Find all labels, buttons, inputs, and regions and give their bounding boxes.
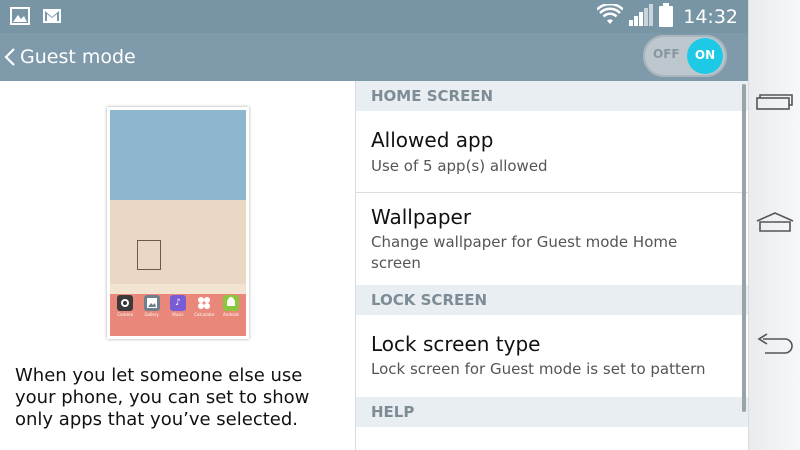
calculator-icon [196,295,212,311]
chevron-left-icon [2,33,18,81]
wallpaper-title: Wallpaper [371,205,472,229]
clock: 14:32 [683,6,738,28]
preview-window [137,240,161,270]
preview-sky [110,110,246,200]
preview-app-calculator: Calculator [192,295,216,317]
home-icon [755,211,795,237]
lock-screen-type-title: Lock screen type [371,332,541,356]
preview-app-label: Gallery [144,312,159,317]
wallpaper-subtitle: Change wallpaper for Guest mode Home scr… [371,233,678,272]
android-icon [222,295,239,311]
status-bar: 14:32 [0,0,748,33]
allowed-app-subtitle: Use of 5 app(s) allowed [371,157,548,175]
signal-icon [629,4,654,30]
preview-app-camera: Camera [113,295,137,317]
recent-apps-icon [756,92,794,114]
music-icon: ♪ [169,295,186,311]
allowed-app-item[interactable]: Allowed app Use of 5 app(s) allowed [356,111,748,193]
preview-app-label: Calculator [194,312,215,317]
screen: 14:32 Guest mode OFF ON Camera Gallery ♪… [0,0,800,450]
navigation-bar [748,0,800,450]
preview-app-label: Android [223,312,239,317]
preview-ledge [110,284,246,294]
action-bar: Guest mode OFF ON [0,33,748,81]
back-icon [755,333,795,359]
up-navigation-button[interactable]: Guest mode [0,33,136,81]
home-button[interactable] [749,204,800,244]
allowed-app-title: Allowed app [371,128,494,152]
image-notification-icon [10,7,30,29]
scrollbar[interactable] [742,84,746,412]
toggle-off-label: OFF [653,47,680,61]
gmail-icon [42,7,62,29]
preview-app-gallery: Gallery [140,295,164,317]
section-header-home-screen: HOME SCREEN [356,81,748,111]
guest-mode-description: When you let someone else use your phone… [15,365,310,430]
toggle-knob: ON [687,38,723,74]
preview-app-label: Music [172,312,184,317]
wifi-icon [596,2,625,30]
lock-screen-type-item[interactable]: Lock screen type Lock screen for Guest m… [356,315,748,397]
guest-home-preview: Camera Gallery ♪ Music Calculator Androi… [107,107,249,339]
wallpaper-item[interactable]: Wallpaper Change wallpaper for Guest mod… [356,193,748,285]
preview-wall [110,200,246,284]
lock-screen-type-subtitle: Lock screen for Guest mode is set to pat… [371,360,706,378]
toggle-on-label: ON [694,48,716,62]
settings-list[interactable]: HOME SCREEN Allowed app Use of 5 app(s) … [355,81,748,450]
page-title: Guest mode [20,46,136,68]
preview-app-android: Android [219,295,243,317]
preview-dock: Camera Gallery ♪ Music Calculator Androi… [112,295,244,317]
gallery-icon [143,295,160,311]
camera-icon [117,295,134,311]
battery-icon [659,3,674,31]
preview-app-label: Camera [117,312,134,317]
preview-app-music: ♪ Music [166,295,190,317]
recent-apps-button[interactable] [749,83,800,123]
guest-mode-toggle[interactable]: OFF ON [643,35,727,77]
back-button[interactable] [749,326,800,366]
section-header-help: HELP [356,397,748,427]
section-header-lock-screen: LOCK SCREEN [356,285,748,315]
left-panel: Camera Gallery ♪ Music Calculator Androi… [0,81,355,450]
